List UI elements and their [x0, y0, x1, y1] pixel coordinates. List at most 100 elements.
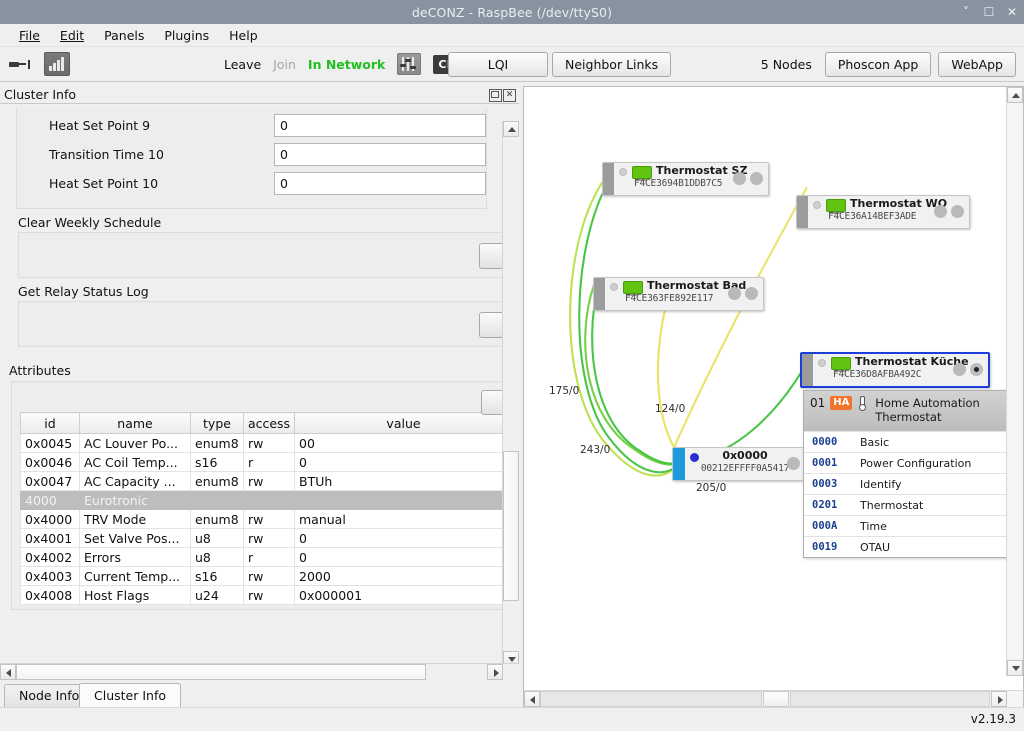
bar-chart-icon[interactable] [44, 52, 70, 76]
title-bar: deCONZ - RaspBee (/dev/ttyS0) ˅ ☐ ✕ [0, 0, 1024, 24]
node-drag-handle[interactable] [673, 448, 685, 480]
scrollbar-track-right[interactable] [790, 691, 990, 707]
window-title: deCONZ - RaspBee (/dev/ttyS0) [411, 4, 613, 20]
lqi-button[interactable]: LQI [448, 51, 548, 77]
scrollbar-thumb[interactable] [763, 691, 789, 707]
phoscon-app-button[interactable]: Phoscon App [824, 51, 932, 77]
graph-node-thermostat-sz[interactable]: Thermostat SZ F4CE3694B1DDB7C5 [602, 162, 769, 196]
cluster-name: Power Configuration [860, 456, 972, 470]
endpoint-dot[interactable] [953, 363, 966, 376]
cluster-list-panel[interactable]: 01 HA Home Automation Thermostat 0000 Ba… [803, 390, 1008, 558]
cell-type: u8 [190, 528, 244, 548]
endpoint-dot[interactable] [934, 205, 947, 218]
column-header-id[interactable]: id [20, 412, 80, 434]
graph-horizontal-scrollbar[interactable] [524, 690, 1023, 707]
graph-vertical-scrollbar[interactable] [1006, 87, 1023, 676]
cell-type: enum8 [190, 509, 244, 529]
dock-vertical-scrollbar[interactable] [502, 121, 519, 664]
maximize-icon[interactable]: ☐ [983, 6, 995, 18]
table-row[interactable]: 0x4001 Set Valve Pos... u8 rw 0 [20, 528, 503, 548]
column-header-type[interactable]: type [190, 412, 244, 434]
clear-weekly-schedule-execute-button[interactable] [479, 243, 503, 269]
scrollbar-thumb[interactable] [503, 451, 519, 601]
network-graph-view[interactable]: 175/0 243/0 124/0 205/0 Thermostat SZ F4… [523, 86, 1024, 708]
cluster-row[interactable]: 0001 Power Configuration [804, 452, 1008, 473]
scroll-up-button[interactable] [503, 121, 519, 137]
cell-id: 0x0045 [20, 433, 80, 453]
scroll-right-button[interactable] [991, 691, 1007, 707]
endpoint-dot[interactable] [750, 172, 763, 185]
heat-set-point-9-input[interactable]: 0 [274, 114, 486, 137]
scroll-down-button[interactable] [1007, 660, 1023, 676]
endpoint-dot[interactable] [787, 457, 800, 470]
close-icon[interactable]: ✕ [503, 89, 516, 102]
menu-edit[interactable]: Edit [50, 26, 94, 45]
plug-icon[interactable] [8, 55, 34, 73]
table-row[interactable]: 0x4003 Current Temp... s16 rw 2000 [20, 566, 503, 586]
scroll-left-button[interactable] [0, 664, 16, 680]
link-label: 124/0 [655, 403, 686, 415]
leave-button[interactable]: Leave [224, 57, 261, 72]
clear-weekly-schedule-label: Clear Weekly Schedule [18, 215, 162, 230]
cluster-id: 0003 [812, 478, 838, 490]
scrollbar-track-left[interactable] [540, 691, 762, 707]
dock-title-bar: Cluster Info ✕ [0, 86, 519, 103]
cluster-row[interactable]: 0003 Identify [804, 473, 1008, 494]
webapp-button[interactable]: WebApp [938, 51, 1016, 77]
node-drag-handle[interactable] [603, 163, 614, 195]
cell-name: Eurotronic [79, 490, 191, 510]
chevron-left-icon [6, 669, 11, 677]
column-header-value[interactable]: value [294, 412, 503, 434]
transition-time-10-input[interactable]: 0 [274, 143, 486, 166]
node-drag-handle[interactable] [594, 278, 605, 310]
table-row[interactable]: 0x4002 Errors u8 r 0 [20, 547, 503, 567]
cluster-row[interactable]: 0019 OTAU [804, 536, 1008, 557]
node-drag-handle[interactable] [802, 354, 813, 386]
table-row[interactable]: 0x0046 AC Coil Temp... s16 r 0 [20, 452, 503, 472]
graph-node-coordinator[interactable]: 0x0000 00212EFFFF0A5417 [672, 447, 806, 481]
scroll-left-button[interactable] [524, 691, 540, 707]
menu-file[interactable]: File [9, 26, 50, 45]
cluster-row[interactable]: 0000 Basic [804, 431, 1008, 452]
table-row[interactable]: 0x4008 Host Flags u24 rw 0x000001 [20, 585, 503, 605]
graph-node-thermostat-bad[interactable]: Thermostat Bad F4CE363FE892E117 [593, 277, 764, 311]
neighbor-links-button[interactable]: Neighbor Links [552, 51, 672, 77]
scroll-up-button[interactable] [1007, 87, 1023, 103]
minimize-icon[interactable]: ˅ [960, 6, 972, 18]
join-button[interactable]: Join [273, 57, 296, 72]
table-row[interactable]: 0x0047 AC Capacity ... enum8 rw BTUh [20, 471, 503, 491]
menu-help[interactable]: Help [219, 26, 268, 45]
menu-panels[interactable]: Panels [94, 26, 154, 45]
node-mac: F4CE36D8AFBA492C [833, 369, 922, 380]
tab-cluster-info[interactable]: Cluster Info [79, 683, 181, 710]
endpoint-dot[interactable] [951, 205, 964, 218]
dock-horizontal-scrollbar[interactable] [0, 663, 519, 680]
endpoint-dot[interactable] [745, 287, 758, 300]
node-drag-handle[interactable] [797, 196, 808, 228]
endpoint-dot[interactable] [970, 363, 983, 376]
table-row[interactable]: 0x4000 TRV Mode enum8 rw manual [20, 509, 503, 529]
scroll-right-button[interactable] [487, 664, 503, 680]
sliders-icon[interactable] [397, 53, 422, 75]
graph-node-thermostat-wo[interactable]: Thermostat WO F4CE36A14BEF3ADE [796, 195, 970, 229]
menu-plugins[interactable]: Plugins [154, 26, 219, 45]
column-header-access[interactable]: access [243, 412, 295, 434]
status-bar: v2.19.3 [0, 707, 1024, 731]
table-group-row[interactable]: 4000 Eurotronic [20, 490, 503, 510]
endpoint-dot[interactable] [728, 287, 741, 300]
cluster-row[interactable]: 000A Time [804, 515, 1008, 536]
attributes-refresh-button[interactable] [481, 390, 503, 415]
get-relay-status-log-execute-button[interactable] [479, 312, 503, 338]
cluster-name: Thermostat [860, 498, 924, 512]
undock-icon[interactable] [489, 89, 502, 102]
graph-node-thermostat-kuche[interactable]: Thermostat Küche F4CE36D8AFBA492C [800, 352, 990, 388]
endpoint-dot[interactable] [733, 172, 746, 185]
close-icon[interactable]: ✕ [1006, 6, 1018, 18]
graph-canvas[interactable]: 175/0 243/0 124/0 205/0 Thermostat SZ F4… [524, 87, 1008, 692]
table-row[interactable]: 0x0045 AC Louver Po... enum8 rw 00 [20, 433, 503, 453]
cluster-row[interactable]: 0201 Thermostat [804, 494, 1008, 515]
cell-value: manual [294, 509, 503, 529]
scrollbar-thumb[interactable] [16, 664, 426, 680]
column-header-name[interactable]: name [79, 412, 191, 434]
heat-set-point-10-input[interactable]: 0 [274, 172, 486, 195]
